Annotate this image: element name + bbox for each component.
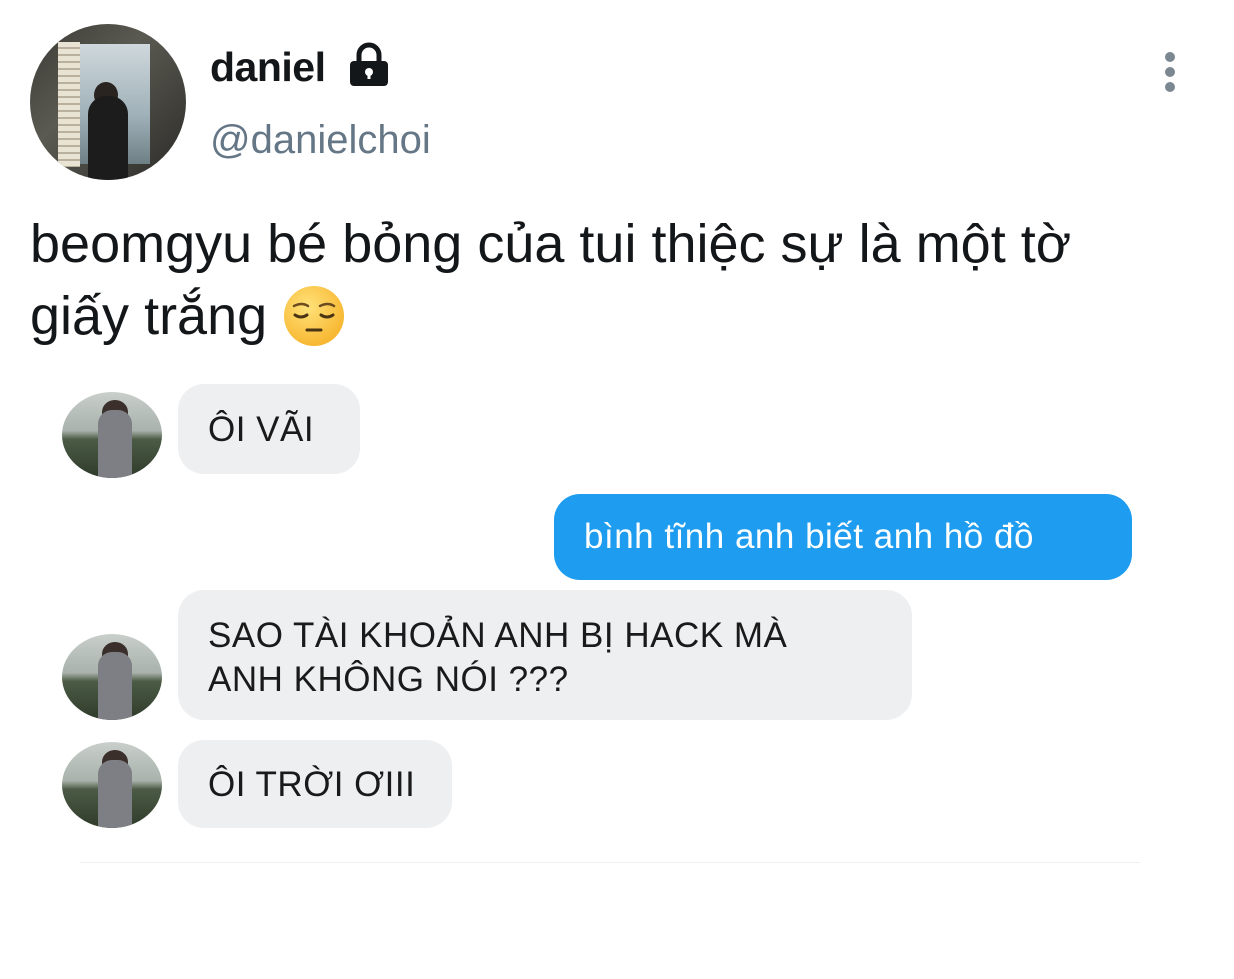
more-dot (1165, 67, 1175, 77)
chat-avatar (62, 634, 162, 720)
avatar-figure (98, 760, 132, 828)
chat-bubble-incoming: SAO TÀI KHOẢN ANH BỊ HACK MÀ ANH KHÔNG N… (178, 590, 912, 720)
chat-bubble-outgoing: bình tĩnh anh biết anh hồ đồ (554, 494, 1132, 580)
divider (80, 862, 1140, 863)
tweet-text-line: beomgyu bé bỏng của tui thiệc sự là một … (30, 214, 1072, 274)
user-handle[interactable]: @danielchoi (210, 118, 431, 163)
chat-avatar (62, 742, 162, 828)
profile-avatar[interactable] (30, 24, 186, 180)
chat-avatar (62, 392, 162, 478)
avatar-person (88, 96, 128, 180)
avatar-figure (98, 652, 132, 720)
tweet-text-line-2: giấy trắng (30, 280, 1210, 352)
more-dot (1165, 82, 1175, 92)
lock-icon (350, 42, 388, 86)
avatar-figure (98, 410, 132, 478)
chat-message-text: ANH KHÔNG NÓI ??? (208, 660, 569, 699)
tweet-card: daniel @danielchoi beomgyu bé bỏng của t… (0, 0, 1234, 979)
display-name[interactable]: daniel (210, 44, 326, 91)
more-vertical-icon[interactable] (1160, 52, 1180, 98)
tweet-text: beomgyu bé bỏng của tui thiệc sự là một … (30, 208, 1210, 352)
chat-message-text: ÔI TRỜI ƠIII (208, 765, 416, 804)
chat-message-text: ÔI VÃI (208, 410, 315, 449)
chat-bubble-incoming: ÔI VÃI (178, 384, 360, 474)
attached-chat-image[interactable]: ÔI VÃI bình tĩnh anh biết anh hồ đồ SAO … (50, 376, 1150, 876)
chat-bubble-incoming: ÔI TRỜI ƠIII (178, 740, 452, 828)
chat-message-text: bình tĩnh anh biết anh hồ đồ (584, 517, 1034, 556)
more-dot (1165, 52, 1175, 62)
tweet-text-line: giấy trắng (30, 286, 268, 346)
pensive-face-emoji-icon (284, 286, 345, 346)
avatar-blinds (58, 42, 80, 167)
chat-message-text: SAO TÀI KHOẢN ANH BỊ HACK MÀ (208, 616, 788, 655)
